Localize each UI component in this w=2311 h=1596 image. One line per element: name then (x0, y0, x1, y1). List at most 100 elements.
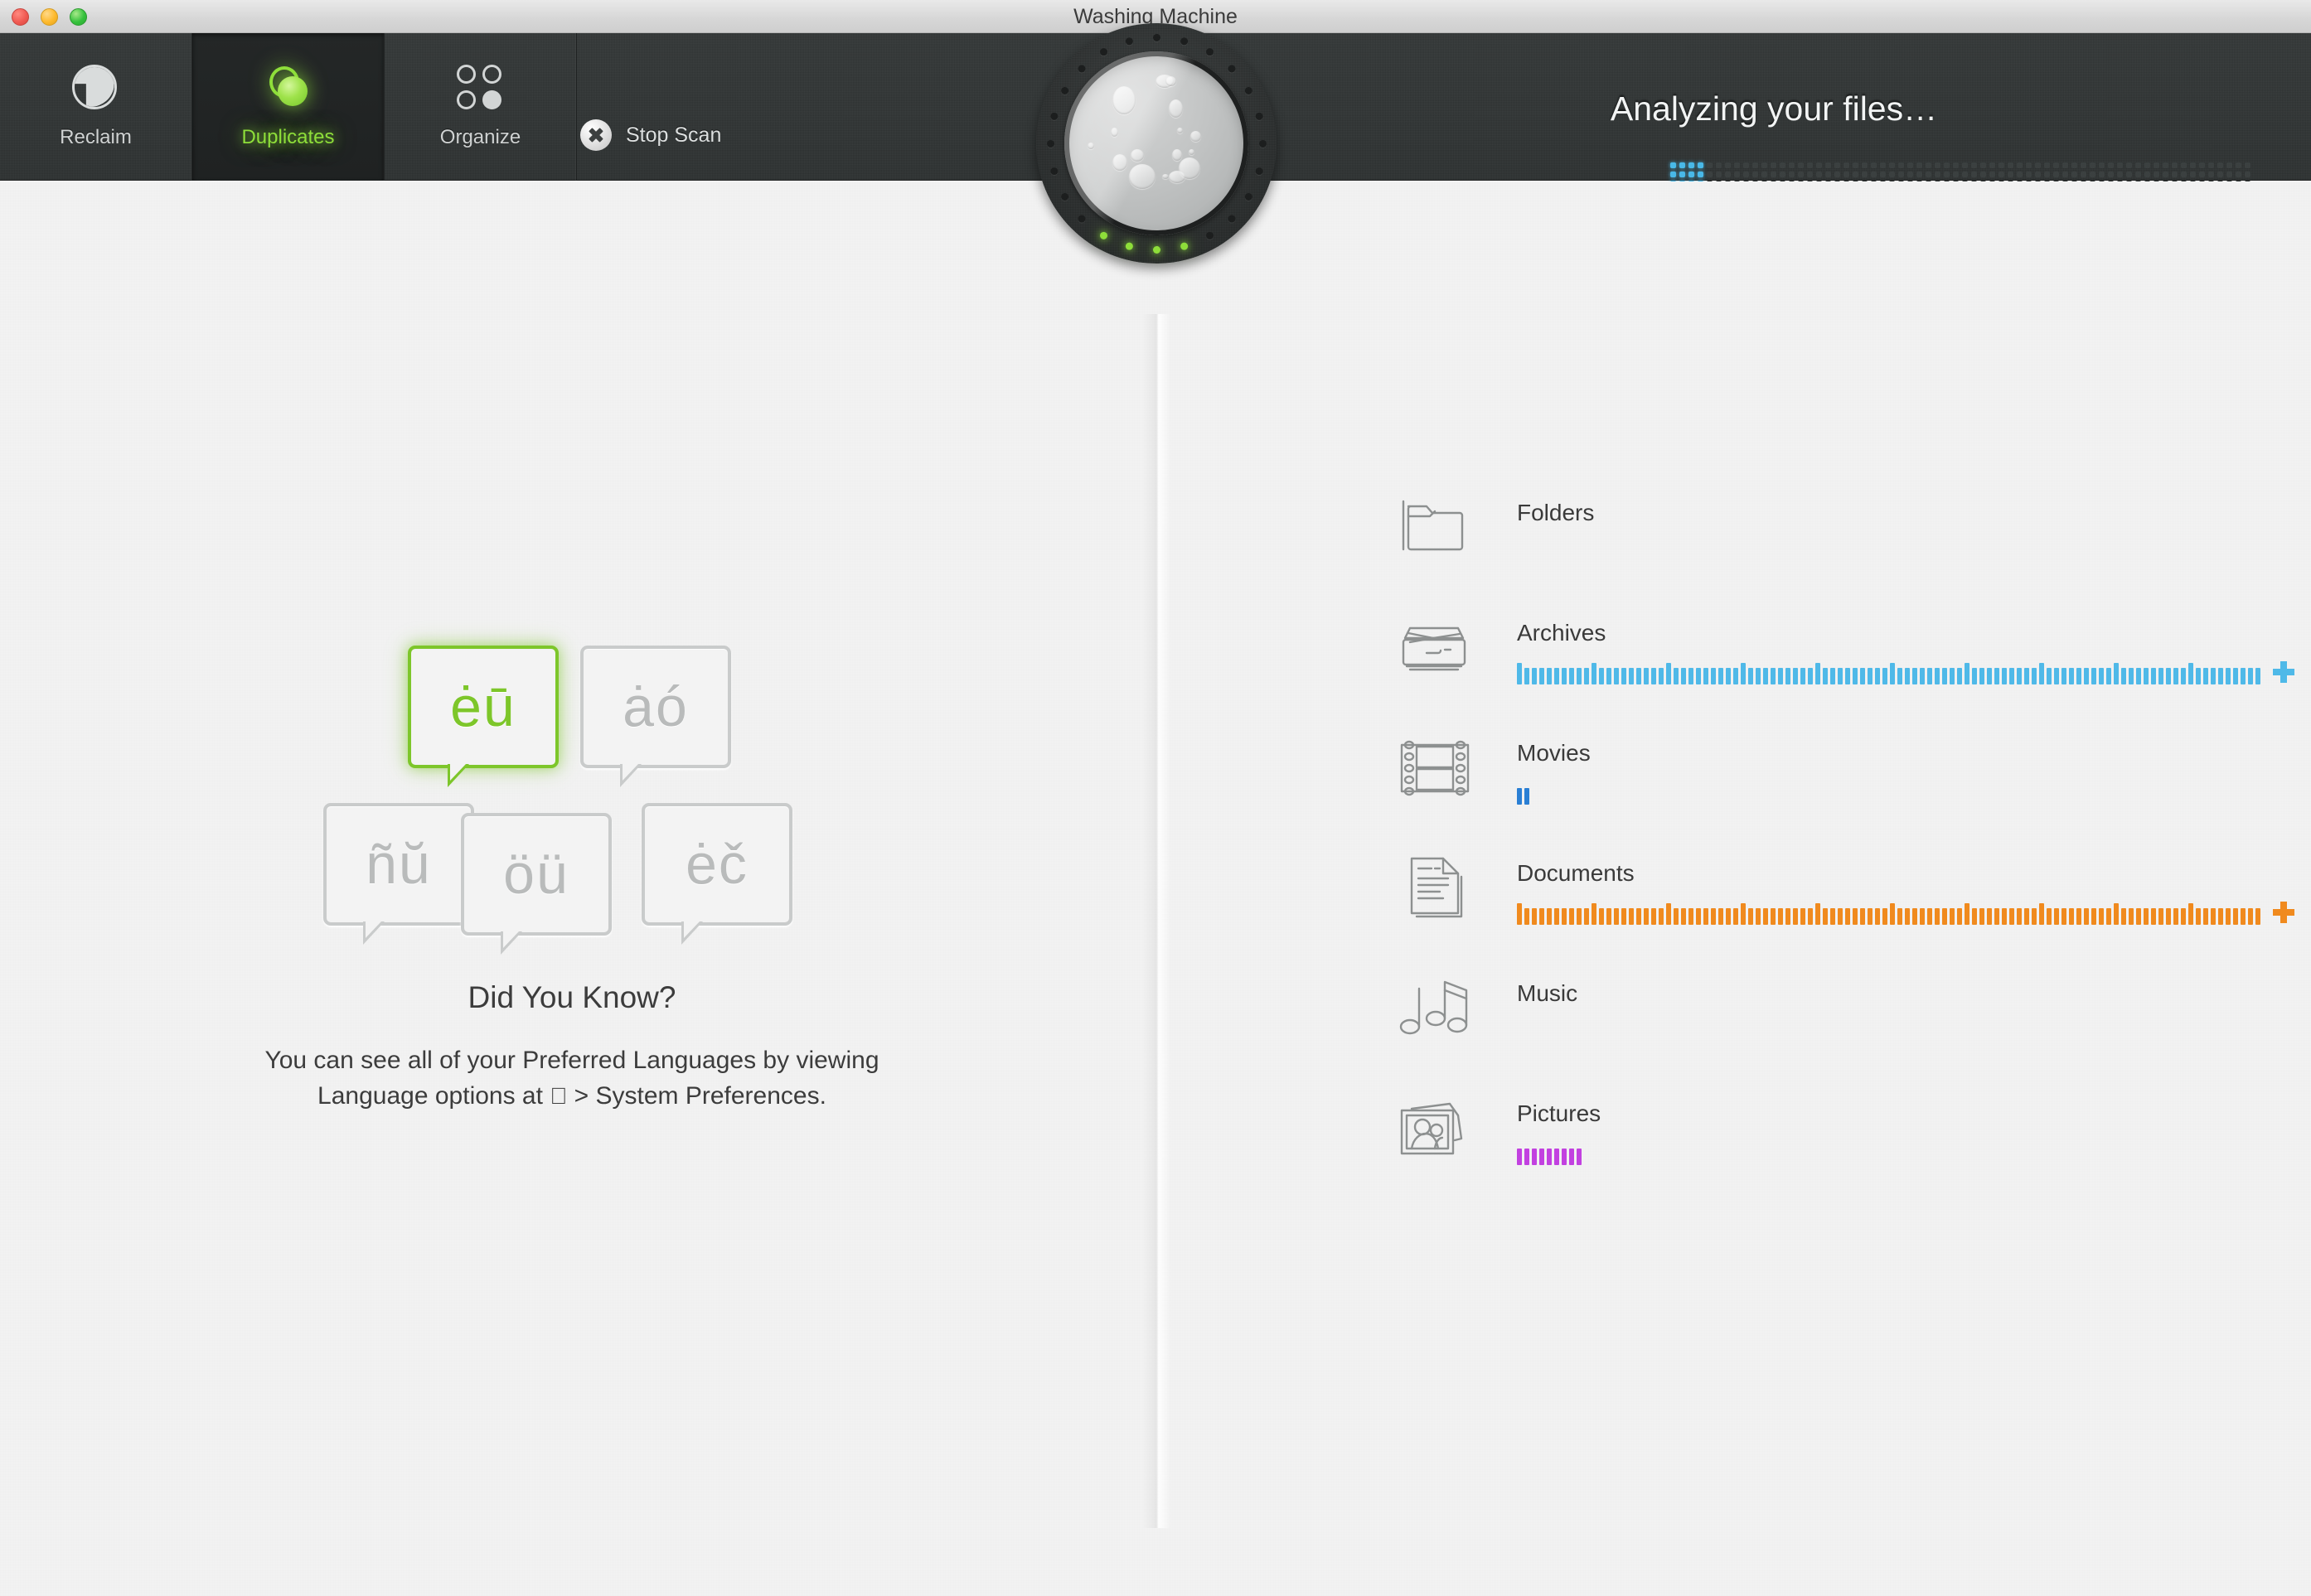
close-circle-icon (580, 119, 612, 151)
progress-tick (1808, 908, 1813, 925)
progress-tick (1733, 668, 1738, 684)
progress-tick (1950, 668, 1955, 684)
progress-tick (1778, 908, 1783, 925)
progress-tick (1987, 668, 1992, 684)
progress-tick (1547, 668, 1552, 684)
did-you-know-line-2-after: > System Preferences. (561, 1081, 826, 1110)
progress-tick (1763, 908, 1768, 925)
progress-tick (1793, 668, 1798, 684)
progress-tick (2196, 908, 2201, 925)
progress-tick (1845, 668, 1850, 684)
progress-tick (2248, 908, 2253, 925)
category-label: Documents (1517, 860, 1635, 886)
progress-tick (1972, 668, 1977, 684)
progress-tick (1554, 668, 1559, 684)
progress-tick (1524, 908, 1529, 925)
progress-tick (1636, 668, 1641, 684)
progress-tick (2248, 668, 2253, 684)
progress-tick (2226, 668, 2231, 684)
category-row-documents: Documents (1397, 849, 2294, 969)
progress-tick (1882, 668, 1887, 684)
progress-tick (2084, 668, 2089, 684)
progress-tick (1524, 788, 1529, 805)
progress-tick (1965, 903, 1969, 925)
progress-tick (1935, 908, 1940, 925)
category-progress-bar (1517, 1144, 1584, 1165)
progress-tick (1815, 663, 1820, 684)
progress-tick (1823, 668, 1828, 684)
category-label: Folders (1517, 500, 1595, 525)
progress-tick (1681, 908, 1686, 925)
progress-tick (1696, 908, 1701, 925)
progress-tick (2255, 668, 2260, 684)
category-row-movies: Movies (1397, 728, 2226, 849)
progress-tick (2203, 908, 2208, 925)
progress-tick (1905, 908, 1910, 925)
progress-tick (2032, 908, 2037, 925)
category-label: Movies (1517, 740, 1591, 766)
progress-tick (2151, 668, 2156, 684)
progress-tick (2158, 668, 2163, 684)
progress-tick (1748, 668, 1753, 684)
progress-tick (1927, 908, 1932, 925)
dial-hole (1255, 167, 1263, 175)
tab-reclaim-label: Reclaim (60, 126, 132, 148)
progress-tick (1771, 908, 1776, 925)
progress-tick (1718, 668, 1723, 684)
stop-scan-button[interactable]: Stop Scan (580, 119, 721, 151)
progress-tick (2188, 663, 2193, 684)
progress-tick (1584, 668, 1589, 684)
progress-tick (1756, 668, 1761, 684)
progress-tick (2039, 663, 2044, 684)
category-row-music: Music (1397, 969, 2226, 1089)
tab-reclaim[interactable]: Reclaim (0, 33, 192, 181)
progress-tick (1532, 908, 1537, 925)
dial-hole (1049, 112, 1058, 120)
progress-tick (1830, 908, 1835, 925)
tab-organize[interactable]: Organize (385, 33, 577, 181)
progress-tick (1681, 668, 1686, 684)
progress-tick (1994, 668, 1999, 684)
progress-tick (2136, 668, 2141, 684)
progress-tick (1778, 668, 1783, 684)
progress-tick (1853, 668, 1858, 684)
progress-tick (1800, 668, 1805, 684)
toolbar-tab-group: Reclaim Duplicates Organize (0, 33, 577, 181)
progress-tick (2061, 908, 2066, 925)
app-window: Washing Machine Reclaim Duplicates Organ… (0, 0, 2311, 1596)
tab-duplicates[interactable]: Duplicates (192, 33, 385, 181)
progress-tick (1979, 668, 1984, 684)
progress-tick (1592, 663, 1596, 684)
progress-tick (2226, 908, 2231, 925)
progress-tick (2121, 668, 2126, 684)
progress-tick (1860, 668, 1865, 684)
progress-tick (1659, 668, 1664, 684)
category-row-folders: Folders (1397, 488, 2226, 608)
document-icon (1397, 849, 1473, 925)
progress-tick (1688, 668, 1693, 684)
progress-tick (2218, 908, 2223, 925)
progress-tick (1763, 668, 1768, 684)
main-content: ėū ȧó ñŭ öü ėč Did You Know? You can see… (0, 181, 2311, 1596)
did-you-know-title: Did You Know? (468, 980, 676, 1014)
progress-tick (2091, 668, 2096, 684)
progress-tick (2106, 668, 2111, 684)
progress-tick (1741, 903, 1746, 925)
did-you-know-line-1: You can see all of your Preferred Langua… (264, 1047, 879, 1074)
progress-tick (1920, 908, 1925, 925)
progress-tick (1972, 908, 1977, 925)
progress-tick (1785, 668, 1790, 684)
progress-tick (1592, 903, 1596, 925)
washing-machine-door-dial[interactable] (1036, 23, 1277, 264)
scan-category-list: Folders Archives Movies Documents Music … (1397, 488, 2294, 1209)
progress-tick (1890, 663, 1895, 684)
progress-tick (1853, 908, 1858, 925)
progress-tick (1987, 908, 1992, 925)
music-note-icon (1397, 969, 1473, 1045)
progress-tick (1524, 668, 1529, 684)
moon-icon (71, 65, 120, 113)
progress-tick (2099, 908, 2104, 925)
progress-tick (2166, 668, 2171, 684)
progress-tick (1957, 908, 1962, 925)
progress-tick (2255, 908, 2260, 925)
